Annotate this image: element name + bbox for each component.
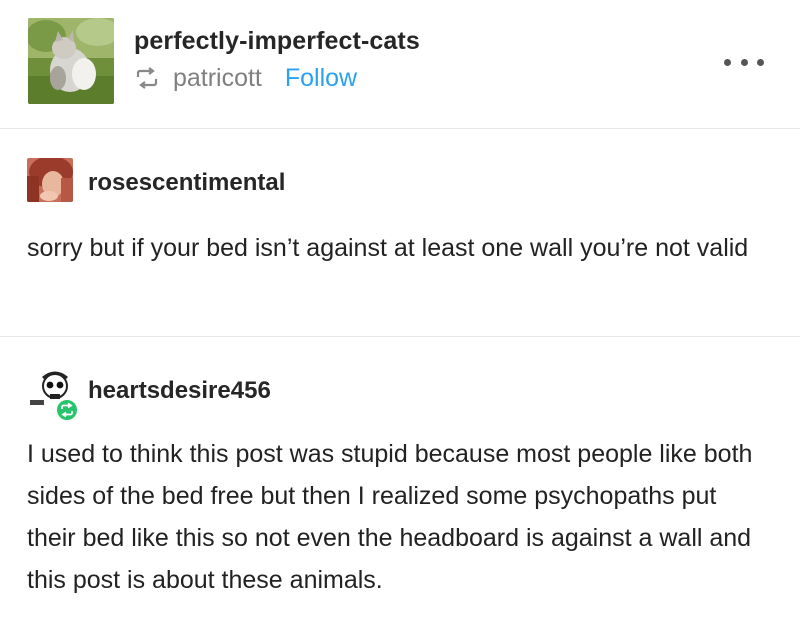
thread-entry-header: rosescentimental [0,158,800,214]
reblog-icon [134,67,160,89]
post-text: sorry but if your bed isn’t against at l… [27,234,749,262]
post-text: I used to think this post was stupid bec… [27,440,753,594]
more-options-button[interactable] [724,55,764,69]
user-avatar-red-hair[interactable] [27,158,73,202]
divider [0,128,800,129]
cat-photo-icon [28,18,114,104]
reblogged-from-username[interactable]: patricott [173,64,262,92]
blog-name[interactable]: perfectly-imperfect-cats [134,27,420,56]
cat-photo-avatar[interactable] [28,18,114,104]
username[interactable]: heartsdesire456 [88,377,271,405]
more-dots-icon [724,58,731,66]
post-header: perfectly-imperfect-cats patricott Follo… [0,0,800,128]
follow-button[interactable]: Follow [285,64,357,92]
divider [0,336,800,337]
avatar-portrait-icon [27,158,73,202]
thread-entry-header: heartsdesire456 [0,368,800,424]
username[interactable]: rosescentimental [88,169,285,197]
reblog-badge-icon [55,398,79,422]
reblog-line: patricott Follow [134,64,357,93]
